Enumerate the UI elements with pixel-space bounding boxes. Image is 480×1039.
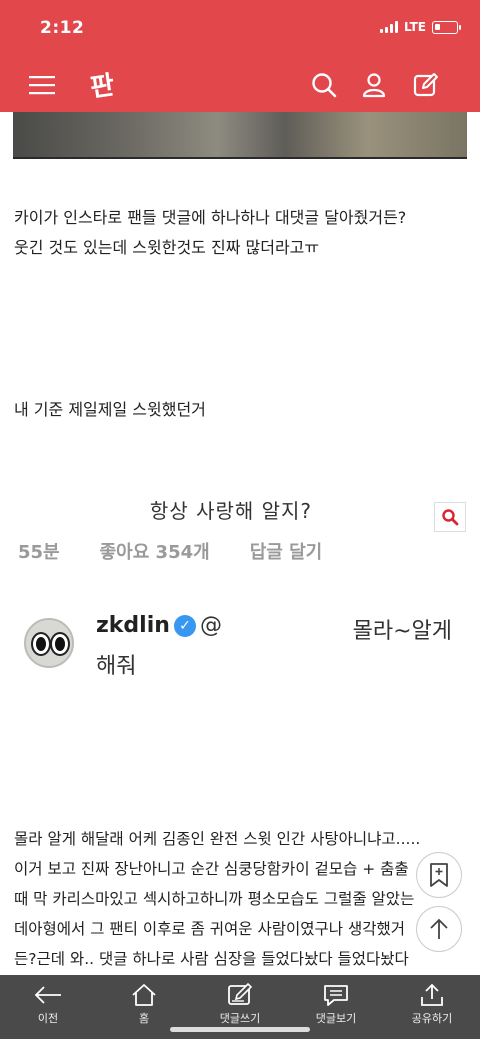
post-image [13, 112, 467, 159]
bookmark-button[interactable] [416, 852, 462, 898]
user-icon [362, 73, 386, 98]
bookmark-add-icon [430, 863, 448, 887]
network-label: LTE [403, 20, 426, 34]
navbar: 판 [0, 58, 480, 112]
nav-share[interactable]: 공유하기 [384, 975, 480, 1039]
avatar [24, 618, 74, 668]
post-paragraph-3: 몰라 알게 해달래 어케 김종인 완전 스윗 인간 사탕아니냐고..... 이거… [14, 830, 421, 968]
insta-reply-link: 답글 달기 [249, 542, 323, 563]
view-comments-icon [324, 985, 348, 1006]
insta-meta: 55분 좋아요 354개 답글 달기 [18, 538, 362, 564]
scroll-top-button[interactable] [416, 906, 462, 952]
pann-logo[interactable]: 판 [82, 64, 122, 104]
status-bar: 2:12 LTE [0, 0, 480, 58]
edit-icon [413, 73, 438, 97]
insta-reply-continued: 해줘 [96, 654, 137, 679]
status-indicators: LTE [379, 20, 461, 34]
insta-time: 55분 [18, 542, 60, 563]
instagram-screenshot: 항상 사랑해 알지? 55분 좋아요 354개 답글 달기 zkdlin ✓ @ 몰… [14, 480, 466, 802]
insta-reply: zkdlin ✓ @ 몰라~알게 [96, 613, 466, 644]
verified-icon: ✓ [173, 615, 196, 637]
home-indicator [170, 1027, 310, 1032]
image-search-button[interactable] [434, 502, 466, 532]
home-icon [132, 984, 156, 1006]
search-icon [442, 509, 459, 526]
insta-reply-text: 몰라~알게 [352, 619, 452, 644]
arrow-up-icon [430, 918, 448, 939]
write-comment-icon [228, 983, 253, 1005]
insta-likes: 좋아요 354개 [99, 542, 210, 563]
share-icon [421, 983, 443, 1006]
profile-button[interactable] [356, 67, 392, 103]
signal-icon [379, 21, 398, 33]
insta-username: zkdlin [96, 613, 170, 638]
insta-mention: @ [199, 613, 222, 638]
back-arrow-icon [34, 986, 61, 1004]
write-button[interactable] [408, 67, 444, 103]
menu-button[interactable] [24, 67, 60, 103]
hamburger-icon [29, 76, 55, 95]
search-icon [312, 73, 337, 98]
post-paragraph-2: 내 기준 제일제일 스윗했던거 [14, 400, 206, 419]
status-time: 2:12 [40, 18, 85, 38]
search-button[interactable] [306, 67, 342, 103]
nav-back[interactable]: 이전 [0, 975, 96, 1039]
post-paragraph-1: 카이가 인스타로 팬들 댓글에 하나하나 대댓글 달아줬거든? 웃긴 것도 있는… [14, 208, 407, 257]
app-header: 2:12 LTE 판 [0, 0, 480, 112]
battery-icon [432, 20, 461, 34]
insta-caption: 항상 사랑해 알지? [149, 499, 313, 523]
